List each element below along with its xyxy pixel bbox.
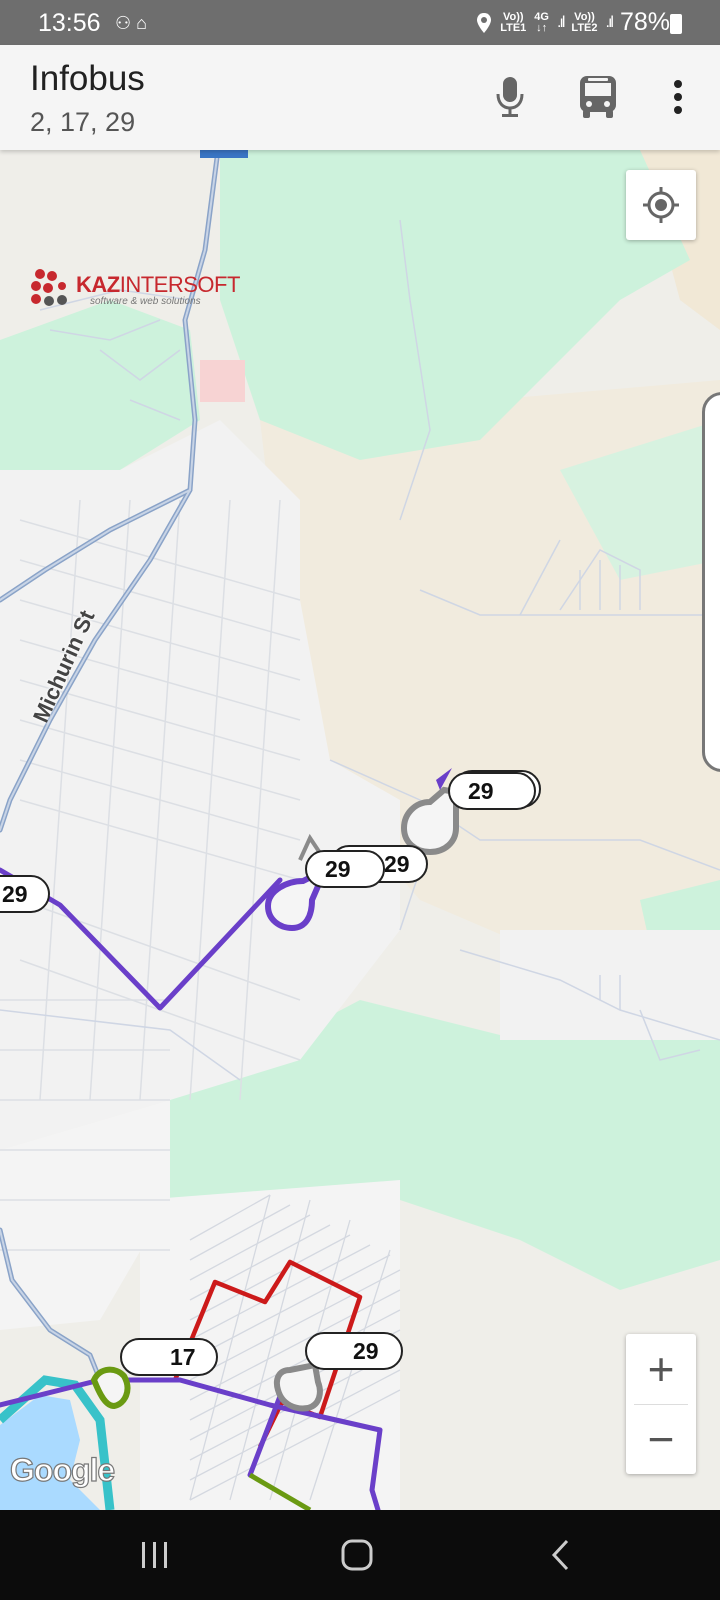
kazintersoft-logo-icon xyxy=(31,269,67,306)
bus-label-17[interactable]: 17 xyxy=(120,1338,218,1376)
google-attribution: Google xyxy=(9,1451,115,1488)
kazintersoft-logo: KAZINTERSOFT software & web solutions xyxy=(30,268,240,312)
system-nav-bar xyxy=(0,1510,720,1600)
bus-marker-inactive-2[interactable] xyxy=(273,1361,323,1412)
voice-search-button[interactable] xyxy=(482,69,538,125)
battery-icon xyxy=(670,14,682,34)
routes-button[interactable] xyxy=(570,69,626,125)
bus-label-29[interactable]: 29 xyxy=(448,772,536,810)
crosshair-icon xyxy=(643,187,679,223)
microphone-icon xyxy=(496,77,524,117)
zoom-out-button[interactable]: − xyxy=(626,1404,696,1474)
app-title: Infobus xyxy=(30,59,145,98)
notification-icons: ⚇ ⌂ xyxy=(115,13,148,33)
signal-strength-icon: .ıl xyxy=(556,13,566,31)
my-location-button[interactable] xyxy=(626,170,696,240)
sim2-indicator: Vo)) LTE2 xyxy=(571,10,598,34)
back-icon xyxy=(551,1539,569,1571)
bus-label-29[interactable]: 29 xyxy=(305,1332,403,1370)
logo-tagline: software & web solutions xyxy=(90,295,201,307)
logo-brand-bold: KAZ xyxy=(76,271,120,297)
selected-routes: 2, 17, 29 xyxy=(30,107,136,137)
recent-apps-icon xyxy=(142,1542,167,1568)
location-icon xyxy=(477,12,492,33)
status-right-group: Vo)) LTE1 4G ↓↑ .ıl Vo)) LTE2 .ıl 78% xyxy=(476,8,670,37)
sim1-indicator: Vo)) LTE1 xyxy=(500,10,527,34)
status-bar: 13:56 ⚇ ⌂ Vo)) LTE1 4G ↓↑ .ıl Vo)) LTE2 .ıl… xyxy=(0,0,720,45)
zoom-controls: + − xyxy=(626,1334,696,1474)
bus-icon xyxy=(580,76,616,118)
bus-label-29[interactable]: 29 xyxy=(305,850,385,888)
status-time: 13:56 xyxy=(38,9,101,37)
signal-strength-icon-2: .ıl xyxy=(605,13,615,31)
app-bar: Infobus 2, 17, 29 xyxy=(0,45,720,150)
battery-percent: 78% xyxy=(619,8,670,36)
network-type-indicator: 4G ↓↑ xyxy=(534,10,549,34)
side-panel-handle[interactable] xyxy=(702,392,720,772)
recent-apps-button[interactable] xyxy=(120,1530,190,1580)
more-vert-icon xyxy=(674,80,682,114)
logo-brand-rest: INTERSOFT xyxy=(119,271,241,297)
home-button[interactable] xyxy=(322,1530,392,1580)
bus-label-29[interactable]: 29 xyxy=(0,875,50,913)
map-view[interactable]: KAZINTERSOFT software & web solutions Mi… xyxy=(0,150,720,1510)
map-canvas[interactable] xyxy=(0,150,720,1510)
overflow-menu-button[interactable] xyxy=(650,69,706,125)
back-button[interactable] xyxy=(525,1530,595,1580)
home-icon xyxy=(341,1539,373,1571)
zoom-in-button[interactable]: + xyxy=(626,1334,696,1404)
